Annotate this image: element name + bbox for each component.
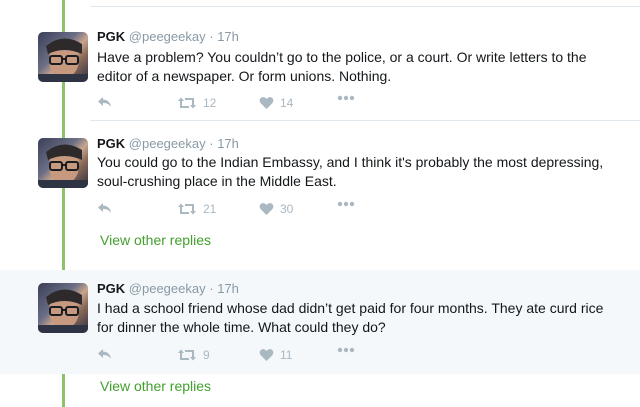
separator: · (209, 281, 214, 296)
reply-icon (98, 203, 111, 213)
more-icon (337, 347, 355, 353)
divider (90, 120, 640, 121)
tweet[interactable]: PGK @peegeekay · 17h I had a school frie… (0, 270, 640, 374)
timestamp[interactable]: 17h (217, 281, 239, 296)
retweet-button[interactable]: 12 (177, 95, 216, 111)
more-button[interactable] (337, 201, 355, 207)
retweet-icon (178, 97, 196, 109)
reply-button[interactable] (97, 347, 113, 361)
retweet-icon (178, 349, 196, 361)
separator: · (209, 136, 214, 151)
timestamp[interactable]: 17h (217, 29, 239, 44)
tweet-header: PGK @peegeekay · 17h (97, 29, 239, 45)
avatar[interactable] (38, 32, 88, 82)
retweet-button[interactable]: 9 (177, 347, 210, 363)
like-button[interactable]: 14 (259, 95, 293, 111)
retweet-count: 21 (203, 202, 217, 216)
avatar[interactable] (38, 138, 88, 188)
reply-icon (98, 349, 111, 359)
timestamp[interactable]: 17h (217, 136, 239, 151)
retweet-button[interactable]: 21 (177, 201, 216, 217)
tweet[interactable]: PGK @peegeekay · 17h You could go to the… (0, 128, 640, 224)
tweet-text: Have a problem? You couldn’t go to the p… (97, 49, 587, 84)
tweet[interactable]: PGK @peegeekay · 17h Have a problem? You… (0, 22, 640, 118)
separator: · (209, 29, 214, 44)
tweet-header: PGK @peegeekay · 17h (97, 281, 239, 297)
heart-icon (259, 97, 274, 109)
username[interactable]: @peegeekay (129, 29, 206, 44)
view-other-replies-link[interactable]: View other replies (100, 377, 211, 395)
more-button[interactable] (337, 347, 355, 353)
retweet-icon (178, 203, 196, 215)
tweet-text: You could go to the Indian Embassy, and … (97, 154, 604, 189)
retweet-count: 12 (203, 96, 217, 110)
heart-icon (259, 349, 274, 361)
reply-icon (98, 97, 111, 107)
divider (90, 6, 640, 7)
avatar[interactable] (38, 283, 88, 333)
view-other-replies-link[interactable]: View other replies (100, 231, 211, 249)
username[interactable]: @peegeekay (129, 281, 206, 296)
reply-button[interactable] (97, 95, 113, 109)
display-name[interactable]: PGK (97, 136, 125, 151)
tweet-text: I had a school friend whose dad didn’t g… (97, 300, 604, 335)
more-icon (337, 201, 355, 207)
like-button[interactable]: 11 (259, 347, 292, 363)
heart-icon (259, 203, 274, 215)
like-count: 11 (280, 348, 293, 362)
reply-button[interactable] (97, 201, 113, 215)
more-icon (337, 95, 355, 101)
retweet-count: 9 (203, 348, 210, 362)
like-count: 14 (280, 96, 294, 110)
like-button[interactable]: 30 (259, 201, 293, 217)
tweet-header: PGK @peegeekay · 17h (97, 136, 239, 152)
more-button[interactable] (337, 95, 355, 101)
display-name[interactable]: PGK (97, 281, 125, 296)
username[interactable]: @peegeekay (129, 136, 206, 151)
display-name[interactable]: PGK (97, 29, 125, 44)
like-count: 30 (280, 202, 294, 216)
